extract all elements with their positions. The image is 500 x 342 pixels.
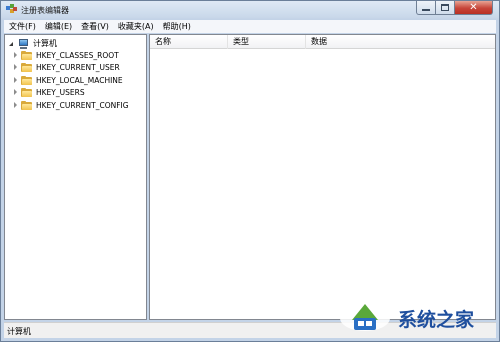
expand-arrow-icon[interactable] [13,77,19,84]
tree-root-label: 计算机 [32,38,58,49]
values-list-pane[interactable]: 名称 类型 数据 [149,34,496,320]
minimize-icon [422,9,430,11]
menu-file[interactable]: 文件(F) [4,20,40,33]
computer-icon [18,38,29,49]
tree-item-label: HKEY_LOCAL_MACHINE [36,76,123,85]
registry-tree-pane[interactable]: 计算机 HKEY_CLASSES_ROOT HKEY_CURRENT_USER … [4,34,147,320]
tree-item-hkey-classes-root[interactable]: HKEY_CLASSES_ROOT [13,50,119,61]
folder-icon [21,101,32,110]
menu-help[interactable]: 帮助(H) [158,20,195,33]
maximize-icon [441,4,449,11]
tree-item-label: HKEY_USERS [36,88,85,97]
status-path: 计算机 [7,327,31,336]
registry-editor-window: 注册表编辑器 ✕ 文件(F) 编辑(E) 查看(V) 收藏夹(A) 帮助(H) … [0,0,500,342]
collapse-arrow-icon[interactable] [9,41,15,47]
folder-icon [21,63,32,72]
expand-arrow-icon[interactable] [13,102,19,109]
expand-arrow-icon[interactable] [13,89,19,96]
title-bar[interactable]: 注册表编辑器 ✕ [1,1,499,19]
menu-favorites[interactable]: 收藏夹(A) [113,20,158,33]
caption-buttons: ✕ [416,1,493,15]
tree-item-label: HKEY_CURRENT_USER [36,63,120,72]
tree-root-computer[interactable]: 计算机 [9,38,58,49]
watermark-logo-icon [340,304,390,331]
tree-item-hkey-current-user[interactable]: HKEY_CURRENT_USER [13,62,120,73]
expand-arrow-icon[interactable] [13,52,19,59]
tree-item-hkey-current-config[interactable]: HKEY_CURRENT_CONFIG [13,100,129,111]
watermark: 系统之家 [330,292,500,342]
close-icon: ✕ [469,1,478,13]
menu-edit[interactable]: 编辑(E) [40,20,76,33]
registry-editor-icon [6,4,17,13]
list-header: 名称 类型 数据 [150,35,495,49]
window-title: 注册表编辑器 [21,6,69,15]
column-header-type[interactable]: 类型 [228,35,306,49]
tree-item-label: HKEY_CURRENT_CONFIG [36,101,129,110]
folder-icon [21,51,32,60]
menu-bar: 文件(F) 编辑(E) 查看(V) 收藏夹(A) 帮助(H) [4,20,496,33]
folder-icon [21,88,32,97]
expand-arrow-icon[interactable] [13,64,19,71]
folder-icon [21,76,32,85]
minimize-button[interactable] [416,1,436,15]
tree-item-label: HKEY_CLASSES_ROOT [36,51,119,60]
maximize-button[interactable] [436,1,455,15]
tree-item-hkey-local-machine[interactable]: HKEY_LOCAL_MACHINE [13,75,123,86]
close-button[interactable]: ✕ [455,1,493,15]
tree-item-hkey-users[interactable]: HKEY_USERS [13,87,85,98]
watermark-text: 系统之家 [398,309,475,331]
menu-view[interactable]: 查看(V) [76,20,113,33]
column-header-data[interactable]: 数据 [306,35,426,49]
column-header-name[interactable]: 名称 [150,35,228,49]
